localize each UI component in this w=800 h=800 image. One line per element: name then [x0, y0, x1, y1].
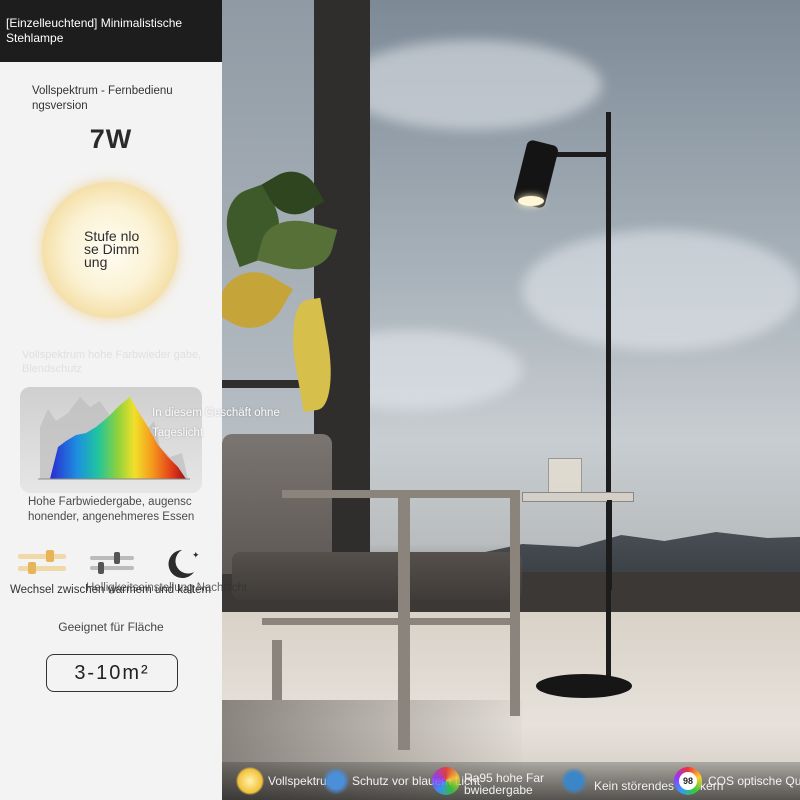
chair-leg — [510, 490, 520, 716]
feature-label: COS optische Qu — [708, 774, 800, 788]
table-stem — [607, 500, 612, 590]
cloud — [522, 230, 800, 350]
color-wheel-icon — [432, 767, 460, 795]
lamp-photo — [222, 0, 800, 800]
overlay-caption: In diesem Geschäft ohne Tageslicht — [152, 407, 280, 439]
chair-rail — [262, 618, 518, 625]
lamp-side-table — [522, 492, 634, 502]
product-info-panel: [Einzelleuchtend] Minimalistische Stehla… — [0, 0, 280, 800]
feature-label: Schutz vor blauem Licht — [352, 774, 481, 788]
wattage-label: 7W — [89, 124, 133, 154]
cloud — [342, 40, 602, 130]
lamp-base — [536, 674, 632, 698]
faded-caption: Vollspektrum hohe Farbwieder gabe, Blend… — [22, 349, 202, 375]
cos-badge-number: 98 — [679, 772, 697, 790]
chair-seat — [232, 552, 522, 600]
brightness-nightlight-caption: Helligkeitseinstellung Nachtlicht — [86, 582, 248, 594]
cos-badge-icon: 98 — [674, 767, 702, 795]
version-subtitle: Vollspektrum - Fernbedienu ngsversion — [32, 85, 173, 112]
svg-text:✦: ✦ — [192, 551, 200, 561]
area-value-badge: 3-10m² — [46, 654, 178, 692]
chair-leg — [272, 640, 282, 700]
area-label: Geeignet für Fläche — [58, 620, 164, 634]
product-title: [Einzelleuchtend] Minimalistische Stehla… — [0, 0, 222, 62]
brightness-slider-icon — [88, 548, 136, 581]
whisky-glass — [548, 458, 582, 494]
lamp-arm — [555, 152, 609, 157]
color-rendering-caption: Hohe Farbwiedergabe, augensc honender, a… — [28, 496, 195, 523]
dimming-label: Stufe nlose Dimm ung — [84, 228, 140, 270]
chair-armrest — [282, 490, 512, 498]
shield-eye-icon — [322, 767, 350, 795]
wave-icon — [560, 767, 588, 795]
moon-nightlight-icon: ✦ — [164, 548, 204, 585]
sun-icon — [236, 767, 264, 795]
lamp-pole — [606, 112, 611, 682]
feature-label: Ra95 hohe Far bwiedergabe — [464, 771, 545, 797]
warm-cold-slider-icon — [16, 548, 68, 581]
feature-label: Kein störendes Flackern — [594, 779, 724, 793]
lamp-light — [518, 196, 544, 206]
